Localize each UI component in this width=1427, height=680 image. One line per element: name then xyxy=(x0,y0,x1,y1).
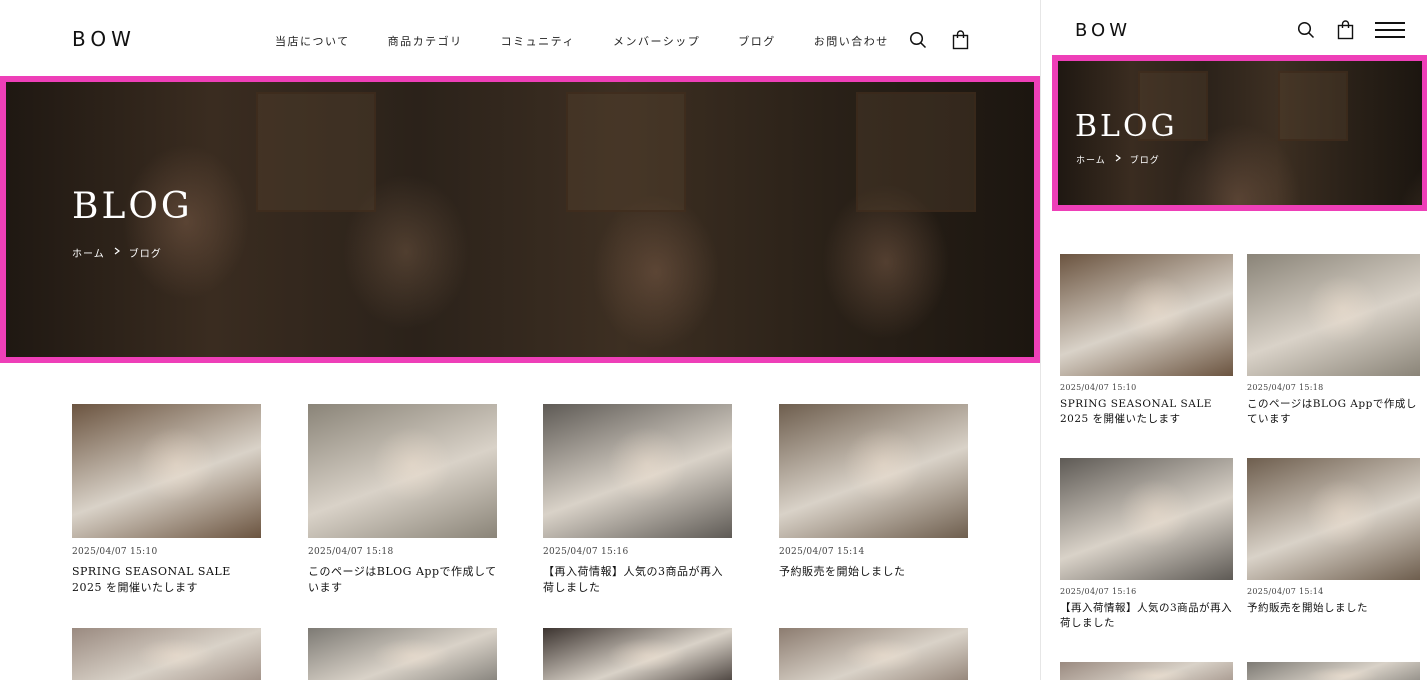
post-card[interactable] xyxy=(72,628,261,680)
bag-icon[interactable] xyxy=(952,30,969,54)
hamburger-menu-icon[interactable] xyxy=(1375,22,1405,38)
nav-item-blog[interactable]: ブログ xyxy=(738,33,776,49)
post-thumbnail[interactable] xyxy=(308,404,497,538)
post-thumbnail[interactable] xyxy=(1060,254,1233,376)
nav-item-community[interactable]: コミュニティ xyxy=(501,33,575,49)
post-title[interactable]: 【再入荷情報】人気の3商品が再入荷しました xyxy=(543,564,732,596)
post-card[interactable] xyxy=(1060,662,1233,680)
post-title[interactable]: SPRING SEASONAL SALE 2025 を開催いたします xyxy=(72,564,261,596)
post-date: 2025/04/07 15:16 xyxy=(1060,587,1137,596)
breadcrumb-current: ブログ xyxy=(128,249,162,260)
post-date: 2025/04/07 15:10 xyxy=(1060,383,1137,392)
site-header: BOW 当店について 商品カテゴリ コミュニティ メンバーシップ ブログ お問い… xyxy=(0,0,1040,78)
mobile-view: BOW BLOG ホーム ブログ 2025/04/07 15:10 SPRING… xyxy=(1041,0,1427,680)
post-thumbnail[interactable] xyxy=(779,404,968,538)
post-card[interactable]: 2025/04/07 15:16 【再入荷情報】人気の3商品が再入荷しました xyxy=(1060,458,1233,631)
post-card[interactable]: 2025/04/07 15:10 SPRING SEASONAL SALE 20… xyxy=(1060,254,1233,427)
post-thumbnail[interactable] xyxy=(72,628,261,680)
post-thumbnail[interactable] xyxy=(1060,662,1233,680)
site-logo[interactable]: BOW xyxy=(72,27,136,51)
post-date: 2025/04/07 15:16 xyxy=(543,547,629,557)
breadcrumb-home[interactable]: ホーム xyxy=(1076,153,1106,166)
breadcrumb-current: ブログ xyxy=(1129,156,1160,166)
post-date: 2025/04/07 15:14 xyxy=(1247,587,1324,596)
hero-banner: BLOG ホーム ブログ xyxy=(1052,55,1427,211)
page-title: BLOG xyxy=(72,186,193,227)
post-card[interactable] xyxy=(1247,662,1420,680)
post-date: 2025/04/07 15:18 xyxy=(308,547,394,557)
post-title[interactable]: このページはBLOG Appで作成しています xyxy=(1247,397,1420,427)
post-title[interactable]: 【再入荷情報】人気の3商品が再入荷しました xyxy=(1060,601,1233,631)
search-icon[interactable] xyxy=(1297,21,1315,43)
post-title[interactable]: SPRING SEASONAL SALE 2025 を開催いたします xyxy=(1060,397,1233,427)
post-thumbnail[interactable] xyxy=(1247,662,1420,680)
post-card[interactable]: 2025/04/07 15:14 予約販売を開始しました xyxy=(779,404,968,580)
post-title[interactable]: 予約販売を開始しました xyxy=(1247,601,1420,616)
page-title: BLOG xyxy=(1075,109,1178,144)
post-card[interactable]: 2025/04/07 15:10 SPRING SEASONAL SALE 20… xyxy=(72,404,261,596)
hero-banner: BLOG ホーム ブログ xyxy=(0,76,1040,363)
site-logo[interactable]: BOW xyxy=(1075,20,1131,41)
chevron-right-icon xyxy=(1114,154,1122,165)
post-thumbnail[interactable] xyxy=(72,404,261,538)
post-thumbnail[interactable] xyxy=(543,404,732,538)
post-thumbnail[interactable] xyxy=(779,628,968,680)
post-thumbnail[interactable] xyxy=(1060,458,1233,580)
post-card[interactable]: 2025/04/07 15:16 【再入荷情報】人気の3商品が再入荷しました xyxy=(543,404,732,596)
chevron-right-icon xyxy=(113,247,121,258)
post-thumbnail[interactable] xyxy=(1247,254,1420,376)
breadcrumb: ホーム ブログ xyxy=(72,245,162,260)
post-date: 2025/04/07 15:14 xyxy=(779,547,865,557)
nav-item-membership[interactable]: メンバーシップ xyxy=(613,33,700,49)
post-thumbnail[interactable] xyxy=(1247,458,1420,580)
post-card[interactable] xyxy=(543,628,732,680)
main-nav: 当店について 商品カテゴリ コミュニティ メンバーシップ ブログ お問い合わせ xyxy=(275,33,889,49)
nav-item-contact[interactable]: お問い合わせ xyxy=(814,33,889,49)
nav-item-about[interactable]: 当店について xyxy=(275,33,350,49)
post-thumbnail[interactable] xyxy=(543,628,732,680)
post-card[interactable] xyxy=(779,628,968,680)
desktop-view: BOW 当店について 商品カテゴリ コミュニティ メンバーシップ ブログ お問い… xyxy=(0,0,1040,680)
breadcrumb-home[interactable]: ホーム xyxy=(72,245,105,260)
breadcrumb: ホーム ブログ xyxy=(1076,153,1160,166)
post-card[interactable] xyxy=(308,628,497,680)
post-card[interactable]: 2025/04/07 15:18 このページはBLOG Appで作成しています xyxy=(1247,254,1420,427)
post-date: 2025/04/07 15:18 xyxy=(1247,383,1324,392)
search-icon[interactable] xyxy=(909,31,927,53)
bag-icon[interactable] xyxy=(1337,20,1354,44)
post-title[interactable]: 予約販売を開始しました xyxy=(779,564,968,580)
post-title[interactable]: このページはBLOG Appで作成しています xyxy=(308,564,497,596)
post-thumbnail[interactable] xyxy=(308,628,497,680)
post-card[interactable]: 2025/04/07 15:14 予約販売を開始しました xyxy=(1247,458,1420,616)
post-card[interactable]: 2025/04/07 15:18 このページはBLOG Appで作成しています xyxy=(308,404,497,596)
nav-item-categories[interactable]: 商品カテゴリ xyxy=(388,33,463,49)
post-date: 2025/04/07 15:10 xyxy=(72,547,158,557)
